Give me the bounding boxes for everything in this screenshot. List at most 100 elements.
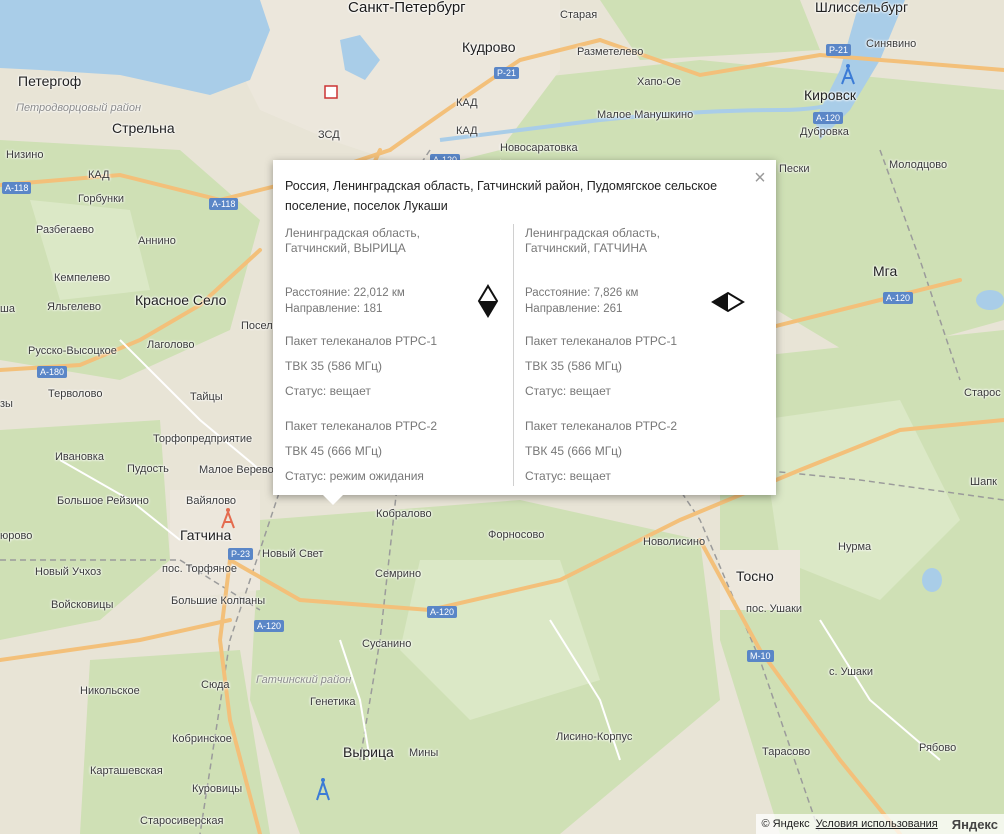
map-label-kartashevskaya: Карташевская xyxy=(90,765,163,777)
map-label-taitsy: Тайцы xyxy=(190,391,223,403)
road-shield-a120: А-120 xyxy=(883,292,914,304)
map-label-lagolovo: Лаголово xyxy=(147,339,195,351)
channel-label: ТВК 35 (586 МГц) xyxy=(285,359,383,373)
status-label: Статус: вещает xyxy=(285,384,371,398)
map-label-zy: зы xyxy=(0,398,13,410)
map-label-sinyavino: Синявино xyxy=(866,38,917,50)
road-shield-p21: Р-21 xyxy=(826,44,852,56)
close-icon[interactable]: × xyxy=(752,168,768,188)
road-label-kad: КАД xyxy=(88,169,110,181)
location-line: Гатчинский, ВЫРИЦА xyxy=(285,241,406,255)
map-label-bolshoe-reizino: Большое Рейзино xyxy=(57,495,149,507)
status-label: Статус: вещает xyxy=(525,384,611,398)
map-label-nurma: Нурма xyxy=(838,541,872,553)
map-label-novolisino: Новолисино xyxy=(643,536,706,548)
map-label-kirovsk: Кировск xyxy=(804,87,856,103)
road-shield-a120: А-120 xyxy=(427,606,458,618)
map-label-torfopredpriyatie: Торфопредприятие xyxy=(153,433,253,445)
map-label-mga: Мга xyxy=(873,263,898,279)
map-label-voyskovitsy: Войсковицы xyxy=(51,599,114,611)
map-label-ryabovo: Рябово xyxy=(919,742,957,754)
map-label-kobrinskoe: Кобринское xyxy=(172,733,232,745)
map-label-kurovitsy: Куровицы xyxy=(192,783,243,795)
road-shield-p23: Р-23 xyxy=(228,548,254,560)
map-attribution: © Яндекс Условия использования Яндекс xyxy=(755,814,1004,834)
transmitter-location: Ленинградская область, Гатчинский, ГАТЧИ… xyxy=(525,226,753,256)
map-label-tarasovo: Тарасово xyxy=(762,746,811,758)
channel-label: ТВК 35 (586 МГц) xyxy=(525,359,623,373)
map-label-genetika: Генетика xyxy=(310,696,356,708)
map-label-shlisselburg: Шлиссельбург xyxy=(815,0,909,15)
map-label-spb: Санкт-Петербург xyxy=(348,0,466,16)
map-label-pos-torfyanoe: пос. Торфяное xyxy=(162,563,237,575)
popup-divider xyxy=(513,224,514,486)
map-label-tervolovo: Терволово xyxy=(48,388,103,400)
road-label-kad: КАД xyxy=(456,97,478,109)
map-label-vyritsa: Вырица xyxy=(343,744,394,760)
tower-info-popup: × Россия, Ленинградская область, Гатчинс… xyxy=(273,160,776,505)
map-label-kudrovo: Кудрово xyxy=(462,39,516,55)
map-label-razmetelevo: Разметелево xyxy=(577,46,644,58)
road-shield-p21: Р-21 xyxy=(494,67,520,79)
map-label-krasnoe-selo: Красное Село xyxy=(135,292,227,308)
location-line: Ленинградская область, xyxy=(525,226,661,240)
yandex-logo[interactable]: Яндекс xyxy=(952,817,998,832)
map-label-novosaratovka: Новосаратовка xyxy=(500,142,578,154)
map-label-russko-vysotskoe: Русско-Высоцкое xyxy=(28,345,117,357)
map-label-peterhof: Петергоф xyxy=(18,73,82,89)
terms-link[interactable]: Условия использования xyxy=(816,818,938,830)
map-label-fornosovo: Форносово xyxy=(488,529,545,541)
map-label-tosno: Тосно xyxy=(736,568,774,584)
map-label-shapk: Шапк xyxy=(970,476,997,488)
map-label-staros: Старос xyxy=(964,387,1001,399)
channel-label: ТВК 45 (666 МГц) xyxy=(285,444,383,458)
road-shield-a180: А-180 xyxy=(37,366,68,378)
fuel-station-icon xyxy=(324,85,338,99)
map-label-syuda: Сюда xyxy=(201,679,230,691)
map-label-ivanovka: Ивановка xyxy=(55,451,104,463)
map-label-sha: ша xyxy=(0,303,15,315)
map-label-pudost: Пудость xyxy=(127,463,169,475)
package-label: Пакет телеканалов РТРС-2 xyxy=(525,419,678,433)
map-label-starosiverskaya: Старосиверская xyxy=(140,815,224,827)
map-label-semrino: Семрино xyxy=(375,568,422,580)
popup-address: Россия, Ленинградская область, Гатчински… xyxy=(285,179,718,213)
road-shield-a118: А-118 xyxy=(2,182,32,194)
map-label-strelna: Стрельна xyxy=(112,120,175,136)
road-shield-a118: А-118 xyxy=(209,198,239,210)
status-label: Статус: вещает xyxy=(525,469,611,483)
channel-label: ТВК 45 (666 МГц) xyxy=(525,444,623,458)
map-label-nizino: Низино xyxy=(6,149,44,161)
map-label-novy-uchkhoz: Новый Учхоз xyxy=(35,566,102,578)
map-label-vayalovo: Вайялово xyxy=(186,495,237,507)
map-label-posel: Посел xyxy=(241,320,273,332)
map-label-peski: Пески xyxy=(779,163,810,175)
map-label-khapo-oe: Хапо-Ое xyxy=(637,76,681,88)
map-label-nikolskoe: Никольское xyxy=(80,685,140,697)
location-line: Гатчинский, ГАТЧИНА xyxy=(525,241,648,255)
road-shield-a120: А-120 xyxy=(813,112,844,124)
map-label-bolshie-kolpany: Большие Колпаны xyxy=(171,595,266,607)
map-label-annino: Аннино xyxy=(138,235,176,247)
map-label-kempelevo: Кемпелево xyxy=(54,272,111,284)
map-label-pos-ushaki: пос. Ушаки xyxy=(746,603,803,615)
map-label-susanino: Сусанино xyxy=(362,638,412,650)
road-label-zsd: ЗСД xyxy=(318,129,340,141)
location-line: Ленинградская область, xyxy=(285,226,421,240)
map-label-maloe-verevo: Малое Верево xyxy=(199,464,274,476)
map-label-petrodvorets: Петродворцовый район xyxy=(16,102,141,114)
map-label-gatchinsky-rayon: Гатчинский район xyxy=(256,674,352,686)
map-label-kobralovo: Кобралово xyxy=(376,508,432,520)
map-label-yalgelevo: Яльгелево xyxy=(47,301,101,313)
map-label-razbegaevo: Разбегаево xyxy=(36,224,95,236)
direction-arrow-icon xyxy=(477,284,499,318)
map-label-staraya: Старая xyxy=(560,9,598,21)
map-label-novy-svet: Новый Свет xyxy=(262,548,324,560)
package-label: Пакет телеканалов РТРС-2 xyxy=(285,419,438,433)
map-label-lisino-korpus: Лисино-Корпус xyxy=(556,731,633,743)
map-label-molodtsovo: Молодцово xyxy=(889,159,948,171)
map-label-dorovo: юрово xyxy=(0,530,33,542)
map-label-gorbunki: Горбунки xyxy=(78,193,125,205)
package-label: Пакет телеканалов РТРС-1 xyxy=(285,334,438,348)
popup-tail xyxy=(323,495,343,505)
